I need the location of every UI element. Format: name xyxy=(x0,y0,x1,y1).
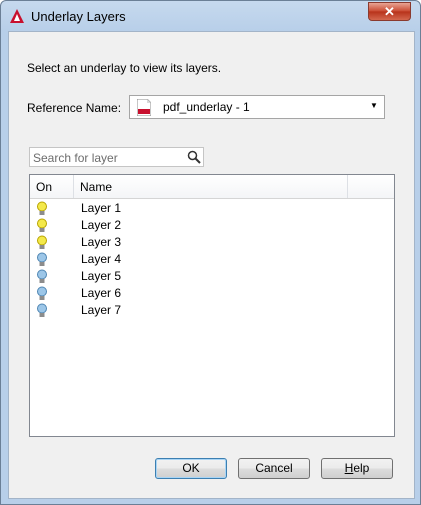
layer-row[interactable]: Layer 3 xyxy=(30,234,394,251)
dialog-body: Select an underlay to view its layers. R… xyxy=(8,31,415,499)
autocad-app-icon xyxy=(10,9,24,23)
lightbulb-off-icon[interactable] xyxy=(36,252,48,268)
lightbulb-off-icon[interactable] xyxy=(36,286,48,302)
column-name-label: Name xyxy=(80,180,113,194)
column-header-on[interactable]: On xyxy=(30,175,74,198)
layer-name: Layer 1 xyxy=(81,201,122,215)
layer-name: Layer 6 xyxy=(81,286,122,300)
lightbulb-on-icon[interactable] xyxy=(36,218,48,234)
column-on-label: On xyxy=(36,180,53,194)
layer-list[interactable]: On Name Layer 1 Layer 2 Layer 3 Layer 4 Laye… xyxy=(29,174,395,437)
lightbulb-on-icon[interactable] xyxy=(36,235,48,251)
lightbulb-off-icon[interactable] xyxy=(36,269,48,285)
chevron-down-icon: ▼ xyxy=(370,101,378,110)
title-bar[interactable]: Underlay Layers ✕ xyxy=(1,1,420,31)
layer-name: Layer 2 xyxy=(81,218,122,232)
underlay-layers-dialog: Underlay Layers ✕ Select an underlay to … xyxy=(0,0,421,505)
search-layer-field[interactable]: Search for layer xyxy=(29,147,204,167)
magnifier-icon[interactable] xyxy=(187,150,201,164)
layer-row[interactable]: Layer 5 xyxy=(30,268,394,285)
lightbulb-on-icon[interactable] xyxy=(36,201,48,217)
lightbulb-off-icon[interactable] xyxy=(36,303,48,319)
layer-row[interactable]: Layer 7 xyxy=(30,302,394,319)
instruction-text: Select an underlay to view its layers. xyxy=(27,61,222,75)
pdf-file-icon xyxy=(137,99,151,116)
help-label-rest: elp xyxy=(353,461,370,475)
window-title: Underlay Layers xyxy=(31,9,126,24)
close-button[interactable]: ✕ xyxy=(368,2,411,21)
close-icon: ✕ xyxy=(384,4,395,19)
list-header: On Name xyxy=(30,175,394,199)
layer-name: Layer 4 xyxy=(81,252,122,266)
help-button[interactable]: Help xyxy=(321,458,393,479)
reference-name-dropdown[interactable]: pdf_underlay - 1 ▼ xyxy=(129,95,385,119)
layer-row[interactable]: Layer 4 xyxy=(30,251,394,268)
layer-row[interactable]: Layer 6 xyxy=(30,285,394,302)
ok-button[interactable]: OK xyxy=(155,458,227,479)
layer-row[interactable]: Layer 1 xyxy=(30,200,394,217)
column-header-name[interactable]: Name xyxy=(74,175,348,198)
cancel-button[interactable]: Cancel xyxy=(238,458,310,479)
reference-name-label: Reference Name: xyxy=(27,101,122,115)
reference-name-value: pdf_underlay - 1 xyxy=(163,100,250,114)
layer-name: Layer 7 xyxy=(81,303,122,317)
layer-name: Layer 5 xyxy=(81,269,122,283)
layer-name: Layer 3 xyxy=(81,235,122,249)
column-header-filler xyxy=(348,175,394,198)
layer-row[interactable]: Layer 2 xyxy=(30,217,394,234)
search-input[interactable]: Search for layer xyxy=(33,151,118,165)
